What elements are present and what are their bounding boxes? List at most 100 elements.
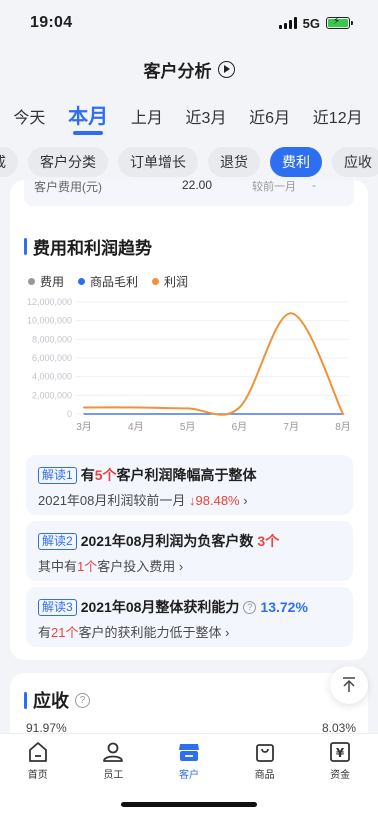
- customer-fee-row: 客户费用(元) 22.00 较前一月 -: [24, 180, 354, 206]
- insight-2-detail-count: 1个: [77, 559, 98, 574]
- insight-1-text-b: 客户利润降幅高于整体: [116, 467, 257, 483]
- play-icon[interactable]: [217, 60, 235, 78]
- chip-receivable[interactable]: 应收: [332, 147, 378, 177]
- status-indicators: 5G ⚡: [278, 15, 353, 31]
- tab-customer-label: 客户: [178, 770, 199, 781]
- title-accent-bar: [24, 238, 27, 255]
- signal-icon: [278, 17, 297, 29]
- arrow-up-icon: [343, 677, 355, 692]
- legend-fee-dot: [28, 278, 35, 285]
- legend-gross-profit[interactable]: 商品毛利: [78, 273, 138, 290]
- insight-3-detail-b: 客户的获利能力低于整体 ›: [78, 625, 230, 640]
- home-icon: [28, 742, 47, 762]
- insight-3-detail: 有21个客户的获利能力低于整体 ›: [38, 622, 343, 641]
- store-icon: [178, 744, 199, 761]
- insight-2-text: 2021年08月利润为负客户数: [80, 533, 254, 549]
- x-tick-label: 5月: [180, 421, 196, 433]
- person-icon: [103, 742, 124, 762]
- insight-1-tag: 解读1: [38, 466, 77, 484]
- chevron-right-icon: ›: [243, 493, 248, 508]
- tab-goods-label: 商品: [254, 770, 275, 781]
- insight-2-detail-a: 其中有: [38, 559, 78, 574]
- y-tick-label: 6,000,000: [32, 353, 72, 363]
- tab-funds[interactable]: ¥ 资金: [310, 740, 370, 817]
- tab-period-3-months[interactable]: 近3月: [186, 100, 227, 128]
- series-line-profit: [83, 312, 344, 416]
- y-tick-label: 12,000,000: [27, 297, 72, 307]
- chip-fee-profit[interactable]: 费利: [270, 147, 322, 177]
- fee-change: -: [312, 180, 316, 192]
- insight-1-detail: 2021年08月利润较前一月 ↓98.48% ›: [38, 490, 343, 509]
- x-tick-label: 8月: [335, 421, 351, 433]
- network-label: 5G: [302, 15, 320, 31]
- tab-period-last-month[interactable]: 上月: [131, 100, 163, 128]
- period-tabs: 今天 本月 上月 近3月 近6月 近12月: [0, 100, 378, 136]
- back-to-top-button[interactable]: [330, 666, 368, 704]
- receivable-title: 应收 ?: [24, 687, 90, 713]
- insight-card-3[interactable]: 解读3 2021年08月整体获利能力 ? 13.72% 有21个客户的获利能力低…: [26, 587, 353, 647]
- tab-home[interactable]: 首页: [8, 740, 68, 817]
- insight-3-detail-count: 21个: [51, 625, 79, 640]
- x-tick-label: 6月: [232, 421, 248, 433]
- receivable-title-text: 应收: [33, 691, 69, 711]
- y-tick-label: 0: [67, 409, 72, 419]
- fee-label: 客户费用(元): [34, 180, 102, 194]
- legend-gross-dot: [78, 278, 86, 285]
- legend-fee[interactable]: 费用: [28, 273, 64, 290]
- help-icon[interactable]: ?: [75, 692, 90, 708]
- insight-1-drop: ↓98.48%: [189, 493, 240, 508]
- bag-icon: [255, 744, 274, 762]
- insight-3-text: 2021年08月整体获利能力: [80, 599, 240, 615]
- home-indicator: [121, 802, 257, 807]
- y-tick-label: 2,000,000: [32, 390, 72, 400]
- trend-title-text: 费用和利润趋势: [33, 239, 152, 258]
- legend-fee-label: 费用: [40, 275, 65, 289]
- tab-home-label: 首页: [27, 770, 48, 781]
- insight-3-percent: 13.72%: [260, 599, 308, 615]
- insight-1-text-a: 有: [80, 467, 95, 483]
- insight-card-2[interactable]: 解读2 2021年08月利润为负客户数 3个 其中有1个客户投入费用 ›: [26, 521, 353, 581]
- x-tick-label: 4月: [128, 421, 144, 433]
- chip-returns[interactable]: 退货: [208, 147, 260, 177]
- insight-2-tag: 解读2: [38, 532, 77, 550]
- x-tick-label: 3月: [76, 421, 92, 433]
- svg-text:¥: ¥: [336, 746, 345, 760]
- insight-2-detail-b: 客户投入费用 ›: [97, 559, 184, 574]
- status-bar: 19:04 5G ⚡: [0, 0, 378, 46]
- category-chips: 戒 客户分类 订单增长 退货 费利 应收: [0, 147, 378, 177]
- legend-profit-dot: [152, 278, 160, 285]
- y-tick-label: 10,000,000: [27, 316, 72, 326]
- tab-period-today[interactable]: 今天: [13, 100, 45, 128]
- yen-icon: ¥: [330, 742, 351, 762]
- tab-period-6-months[interactable]: 近6月: [249, 100, 290, 128]
- page-title: 客户分析: [143, 61, 212, 81]
- help-icon[interactable]: ?: [243, 600, 257, 614]
- tab-period-12-months[interactable]: 近12月: [313, 100, 363, 128]
- y-tick-label: 8,000,000: [32, 334, 72, 344]
- legend-profit-label: 利润: [164, 275, 189, 289]
- tab-staff-label: 员工: [103, 770, 124, 781]
- insight-3-detail-a: 有: [38, 625, 52, 640]
- fee-value: 22.00: [182, 180, 213, 192]
- y-tick-label: 4,000,000: [32, 372, 72, 382]
- insight-1-count: 5个: [94, 467, 117, 483]
- trend-chart: 12,000,000 10,000,000 8,000,000 6,000,000 4,…: [27, 297, 351, 433]
- battery-icon: ⚡: [326, 16, 353, 29]
- insight-card-1[interactable]: 解读1 有 5个 客户利润降幅高于整体 2021年08月利润较前一月 ↓98.48%…: [26, 455, 353, 515]
- chip-order-growth[interactable]: 订单增长: [118, 147, 198, 177]
- insight-3-headline: 解读3 2021年08月整体获利能力 ? 13.72%: [38, 597, 343, 617]
- tab-period-this-month[interactable]: 本月: [68, 100, 108, 129]
- fee-compare: 较前一月: [252, 181, 296, 193]
- legend-profit[interactable]: 利润: [152, 273, 188, 290]
- receivable-accent-bar: [24, 691, 27, 709]
- chart-legend: 费用 商品毛利 利润: [28, 273, 188, 290]
- tab-funds-label: 资金: [330, 770, 351, 781]
- legend-gross-label: 商品毛利: [90, 275, 139, 289]
- x-tick-label: 7月: [283, 421, 299, 433]
- chip-customer-class[interactable]: 客户分类: [28, 147, 108, 177]
- insight-2-detail: 其中有1个客户投入费用 ›: [38, 556, 343, 575]
- status-time: 19:04: [30, 14, 73, 31]
- trend-title: 费用和利润趋势: [24, 234, 152, 259]
- nav-bar: 客户分析: [0, 52, 378, 86]
- chip-truncated[interactable]: 戒: [0, 147, 18, 177]
